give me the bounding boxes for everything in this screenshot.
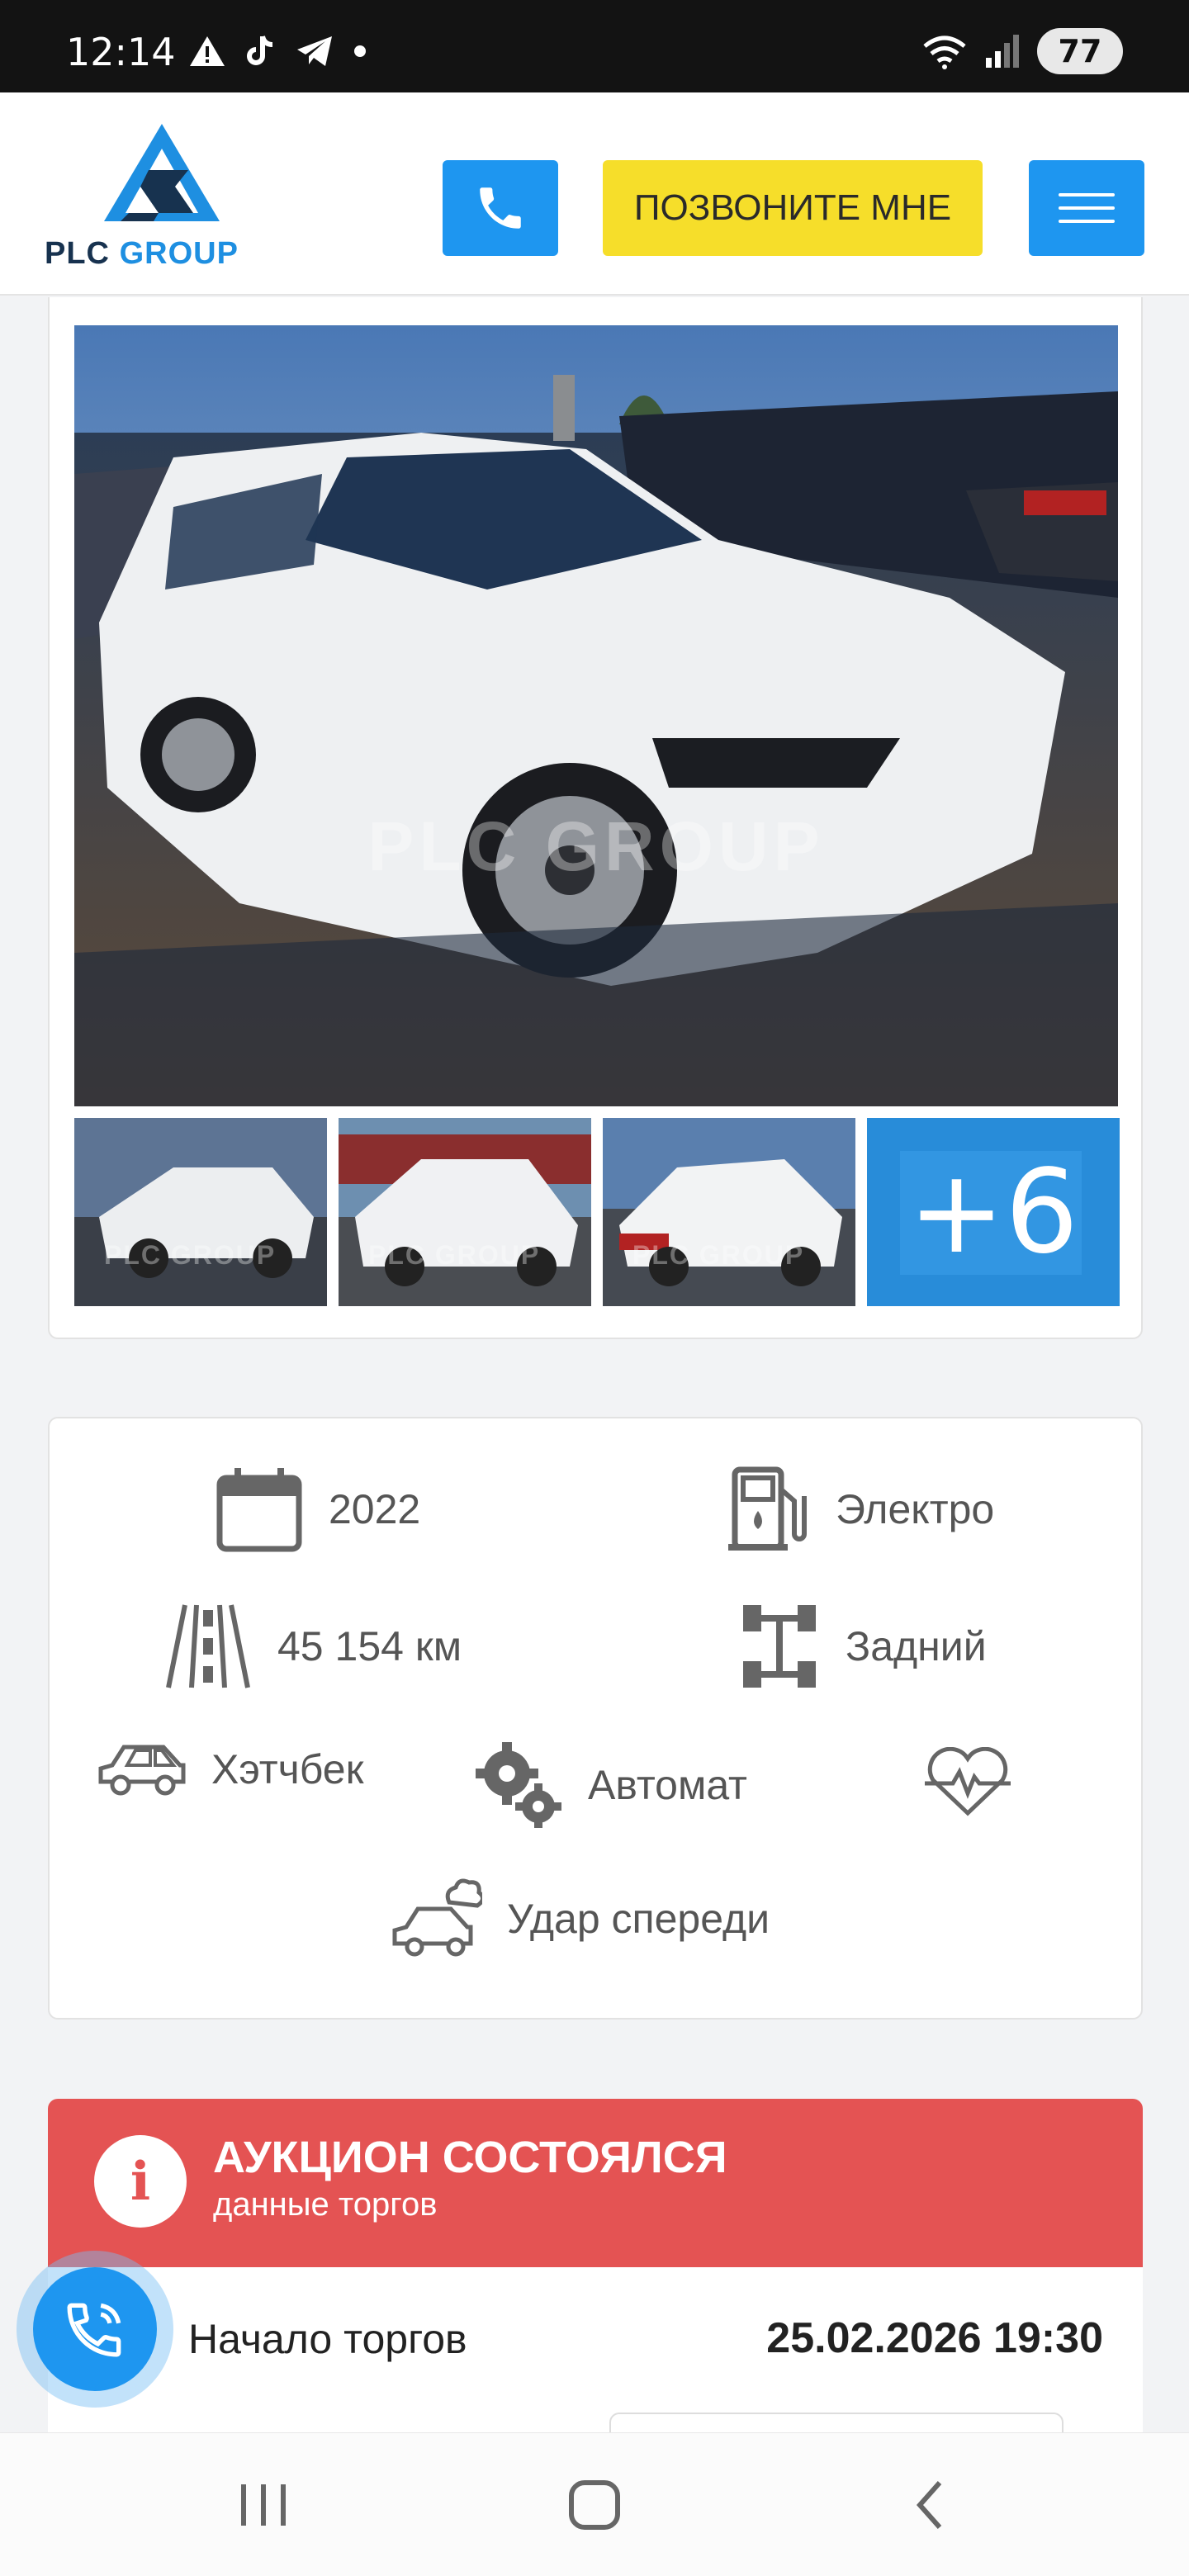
spec-drive-value: Задний (846, 1623, 987, 1669)
main-car-photo[interactable]: PLC GROUP (74, 325, 1118, 1106)
gallery-thumb[interactable]: PLC GROUP (339, 1118, 591, 1306)
thumb-watermark: PLC GROUP (632, 1240, 805, 1270)
info-icon: i (94, 2135, 187, 2228)
menu-button[interactable] (1029, 160, 1144, 256)
gallery-thumb[interactable]: PLC GROUP (74, 1118, 327, 1306)
thumb-watermark: PLC GROUP (104, 1240, 277, 1270)
gallery-more-photos[interactable]: +6 (867, 1118, 1120, 1306)
more-photos-count: +6 (867, 1118, 1120, 1306)
floating-call-button[interactable] (17, 2251, 173, 2408)
phone-ringing-icon (67, 2303, 121, 2357)
fuel-pump-icon (728, 1466, 807, 1551)
telegram-icon (297, 36, 332, 66)
car-photo-illustration: PLC GROUP (74, 325, 1118, 1106)
hamburger-icon (1059, 193, 1115, 197)
warning-icon (190, 36, 225, 66)
battery-indicator: 77 (1037, 28, 1123, 74)
phone-button[interactable] (443, 160, 558, 256)
logo-mark-icon (104, 124, 220, 221)
photo-gallery: PLC GROUP PLC GROUP PLC GROUP PLC GROUP … (48, 297, 1143, 1339)
auction-start-label: Начало торгов (188, 2316, 467, 2362)
auction-start-value: 25.02.2026 19:30 (766, 2314, 1103, 2362)
auction-title: АУКЦИОН СОСТОЯЛСЯ (213, 2133, 727, 2182)
recent-apps-icon[interactable] (234, 2476, 292, 2534)
phone-icon (480, 187, 521, 229)
gallery-thumb[interactable]: PLC GROUP (603, 1118, 855, 1306)
spec-damage: Удар спереди (391, 1878, 770, 1960)
spec-body: Хэтчбек (97, 1740, 363, 1798)
gears-icon (476, 1742, 561, 1828)
spec-fuel-value: Электро (836, 1486, 995, 1532)
calendar-icon (216, 1468, 302, 1552)
vehicle-specs-card: 2022 Электро 45 154 км Задний Хэтчбек Ав… (48, 1417, 1143, 2020)
car-body-icon (98, 1745, 186, 1796)
thumb-watermark: PLC GROUP (368, 1240, 541, 1270)
road-icon (166, 1604, 250, 1688)
spec-drive: Задний (738, 1602, 987, 1691)
car-crash-icon (392, 1878, 482, 1957)
tiktok-icon (247, 36, 273, 65)
auction-header: i АУКЦИОН СОСТОЯЛСЯ данные торгов (48, 2099, 1143, 2267)
home-icon[interactable] (566, 2476, 624, 2534)
dot-icon (354, 45, 366, 57)
plc-group-logo[interactable]: PLC GROUP (45, 122, 276, 271)
watermark-text: PLC GROUP (367, 807, 824, 885)
auction-card: i АУКЦИОН СОСТОЯЛСЯ данные торгов Начало… (48, 2099, 1143, 2446)
status-time: 12:14 (66, 30, 176, 74)
spec-condition (923, 1747, 1012, 1816)
spec-fuel: Электро (728, 1465, 994, 1554)
spec-transmission: Автомат (474, 1740, 747, 1830)
wifi-icon (923, 36, 966, 69)
spec-mileage-value: 45 154 км (277, 1623, 462, 1669)
spec-damage-value: Удар спереди (507, 1896, 770, 1942)
spec-year: 2022 (215, 1465, 420, 1554)
spec-body-value: Хэтчбек (211, 1746, 364, 1792)
auction-subtitle: данные торгов (213, 2186, 438, 2223)
status-bar: 12:14 77 (0, 0, 1189, 92)
site-header: PLC GROUP ПОЗВОНИТЕ МНЕ (0, 92, 1189, 296)
spec-mileage: 45 154 км (163, 1602, 462, 1691)
spec-transmission-value: Автомат (588, 1762, 747, 1808)
drivetrain-icon (743, 1605, 816, 1688)
notification-icons (188, 33, 368, 69)
spec-year-value: 2022 (329, 1486, 421, 1532)
system-nav-bar (0, 2432, 1189, 2576)
callback-button[interactable]: ПОЗВОНИТЕ МНЕ (603, 160, 983, 256)
back-icon[interactable] (903, 2476, 961, 2534)
signal-icon (986, 35, 1019, 68)
logo-text: PLC GROUP (45, 236, 239, 271)
heart-pulse-icon (925, 1747, 1011, 1816)
